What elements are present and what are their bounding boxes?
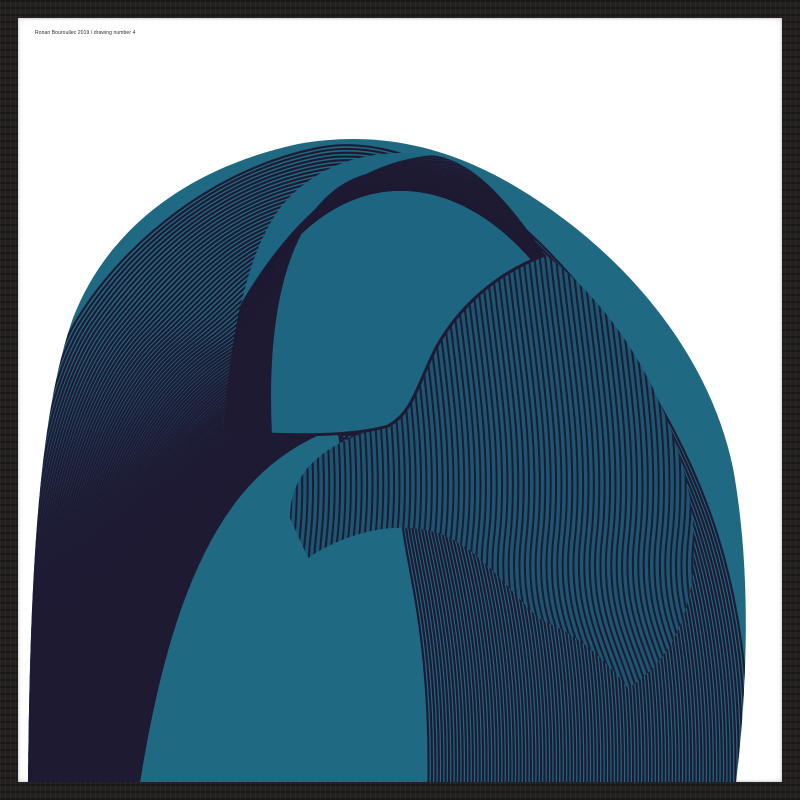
artwork-paper: Ronan Bouroullec 2019 / drawing number 4 [18, 18, 782, 782]
picture-frame: Ronan Bouroullec 2019 / drawing number 4 [0, 0, 800, 800]
line-drawing [28, 139, 746, 782]
